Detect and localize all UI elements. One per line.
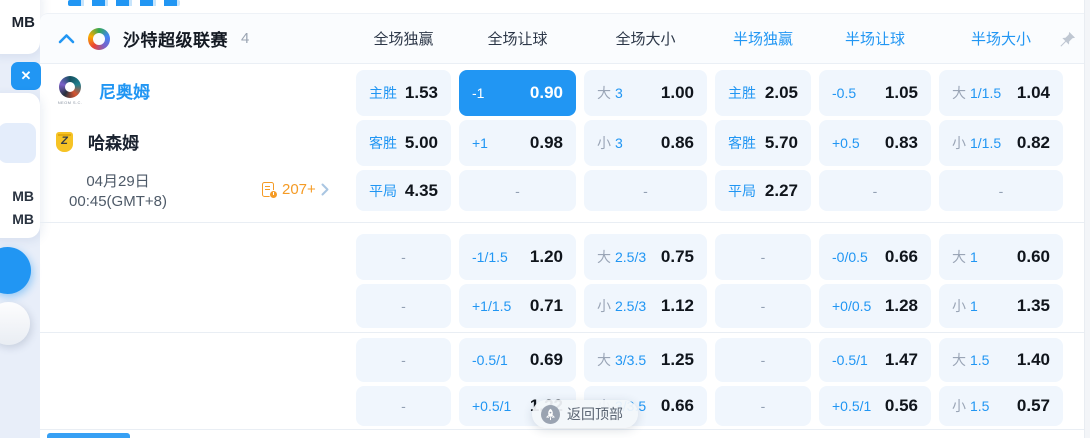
market-tab[interactable]: 全场让球 — [459, 30, 576, 50]
chevron-up-icon[interactable] — [58, 33, 75, 44]
odds-cell[interactable]: 平局 2.27 — [715, 170, 811, 211]
odds-cell-empty: - — [356, 338, 451, 382]
home-team-crest-icon — [59, 76, 81, 98]
odds-cell[interactable]: 平局 4.35 — [356, 170, 451, 211]
odds-cell[interactable]: -1 0.90 — [459, 70, 576, 116]
next-section-fragment — [47, 433, 130, 438]
odds-cell[interactable]: 大 1 0.60 — [939, 234, 1063, 280]
group-divider — [40, 429, 1085, 430]
file-size-label: MB — [12, 188, 34, 204]
away-team-crest-icon: Z — [56, 131, 73, 152]
floating-action-button[interactable] — [0, 247, 31, 294]
market-tab[interactable]: 半场让球 — [819, 30, 931, 50]
odds-cell-empty: - — [819, 170, 931, 211]
away-team-name: 哈森姆 — [88, 134, 139, 153]
left-sidebar-fragment: MB ✕ MB MB — [0, 0, 41, 438]
match-count: 4 — [241, 30, 250, 47]
odds-cell-empty: - — [584, 170, 707, 211]
markets-list-icon — [261, 181, 278, 199]
match-date: 04月29日 — [86, 173, 150, 190]
odds-cell[interactable]: +1/1.5 0.71 — [459, 284, 576, 328]
odds-cell-empty: - — [715, 284, 811, 328]
odds-cell[interactable]: -1/1.5 1.20 — [459, 234, 576, 280]
odds-cell[interactable]: 主胜 2.05 — [715, 70, 811, 116]
file-size-label: MB — [12, 211, 34, 227]
odds-cell[interactable]: 主胜 1.53 — [356, 70, 451, 116]
odds-cell-empty: - — [939, 170, 1063, 211]
markets-count: 207+ — [282, 181, 316, 198]
download-card: MB MB — [0, 93, 40, 238]
clipped-tab-text-fragment — [68, 0, 180, 6]
odds-cell-empty: - — [356, 284, 451, 328]
close-icon: ✕ — [20, 68, 32, 83]
home-team-row: NEOM S.C. 尼奥姆 — [54, 76, 150, 105]
home-team-logo-caption: NEOM S.C. — [57, 100, 83, 105]
close-button[interactable]: ✕ — [11, 62, 41, 90]
odds-cell[interactable]: 大 1/1.5 1.04 — [939, 70, 1063, 116]
group-divider — [40, 332, 1085, 333]
odds-cell[interactable]: 小 3 0.86 — [584, 120, 707, 166]
betting-odds-page: MB ✕ MB MB 沙特超级联赛 4 全场独赢 全场让球 全场大小 半场独赢 半场让球… — [0, 0, 1090, 438]
floating-secondary-button[interactable] — [0, 302, 30, 345]
away-team-row: Z 哈森姆 — [56, 129, 139, 154]
league-logo — [88, 27, 110, 50]
odds-cell-empty: - — [356, 234, 451, 280]
back-to-top-label: 返回顶部 — [567, 406, 623, 422]
odds-cell[interactable]: +0/0.5 1.28 — [819, 284, 931, 328]
rocket-icon — [541, 404, 560, 424]
odds-cell-empty: - — [356, 386, 451, 426]
odds-cell[interactable]: 大 3 1.00 — [584, 70, 707, 116]
away-team-crest-glyph: Z — [61, 135, 68, 147]
odds-cell[interactable]: +1 0.98 — [459, 120, 576, 166]
odds-cell[interactable]: 小 1/1.5 0.82 — [939, 120, 1063, 166]
odds-cell[interactable]: 大 2.5/3 0.75 — [584, 234, 707, 280]
odds-cell[interactable]: 客胜 5.70 — [715, 120, 811, 166]
home-team-name: 尼奥姆 — [99, 83, 150, 102]
odds-cell-empty: - — [715, 234, 811, 280]
scrollbar-track[interactable] — [1084, 0, 1090, 438]
odds-cell[interactable]: -0.5/1 1.47 — [819, 338, 931, 382]
odds-cell[interactable]: 大 3/3.5 1.25 — [584, 338, 707, 382]
market-tab[interactable]: 半场大小 — [939, 30, 1063, 50]
pin-icon[interactable] — [1058, 30, 1077, 49]
market-tab[interactable]: 全场独赢 — [356, 30, 451, 50]
odds-cell[interactable]: 客胜 5.00 — [356, 120, 451, 166]
league-header-left: 沙特超级联赛 4 — [58, 14, 249, 63]
odds-cell-empty: - — [715, 386, 811, 426]
odds-cell[interactable]: 小 1.5 0.57 — [939, 386, 1063, 426]
odds-cell[interactable]: -0.5 1.05 — [819, 70, 931, 116]
more-markets-link[interactable]: 207+ — [261, 181, 329, 199]
league-title: 沙特超级联赛 — [123, 31, 228, 50]
match-time: 00:45(GMT+8) — [69, 193, 167, 211]
group-divider — [40, 222, 1085, 223]
odds-cell[interactable]: 大 1.5 1.40 — [939, 338, 1063, 382]
back-to-top-button[interactable]: 返回顶部 — [532, 400, 638, 428]
odds-cell[interactable]: 小 1 1.35 — [939, 284, 1063, 328]
app-thumbnail — [0, 123, 36, 163]
odds-cell[interactable]: -0.5/1 0.69 — [459, 338, 576, 382]
odds-cell-empty: - — [715, 338, 811, 382]
odds-cell[interactable]: +0.5/1 0.56 — [819, 386, 931, 426]
file-size-label: MB — [11, 14, 35, 31]
home-team-logo: NEOM S.C. — [54, 76, 86, 105]
odds-cell[interactable]: -0/0.5 0.66 — [819, 234, 931, 280]
odds-cell[interactable]: +0.5 0.83 — [819, 120, 931, 166]
match-datetime: 04月29日 00:45(GMT+8) — [44, 172, 192, 213]
league-header: 沙特超级联赛 4 全场独赢 全场让球 全场大小 半场独赢 半场让球 半场大小 — [40, 13, 1085, 64]
odds-cell-empty: - — [459, 170, 576, 211]
odds-cell[interactable]: 小 2.5/3 1.12 — [584, 284, 707, 328]
market-tab[interactable]: 半场独赢 — [715, 30, 811, 50]
chevron-right-icon — [321, 183, 329, 196]
market-tab[interactable]: 全场大小 — [584, 30, 707, 50]
download-card-top: MB — [0, 0, 40, 54]
